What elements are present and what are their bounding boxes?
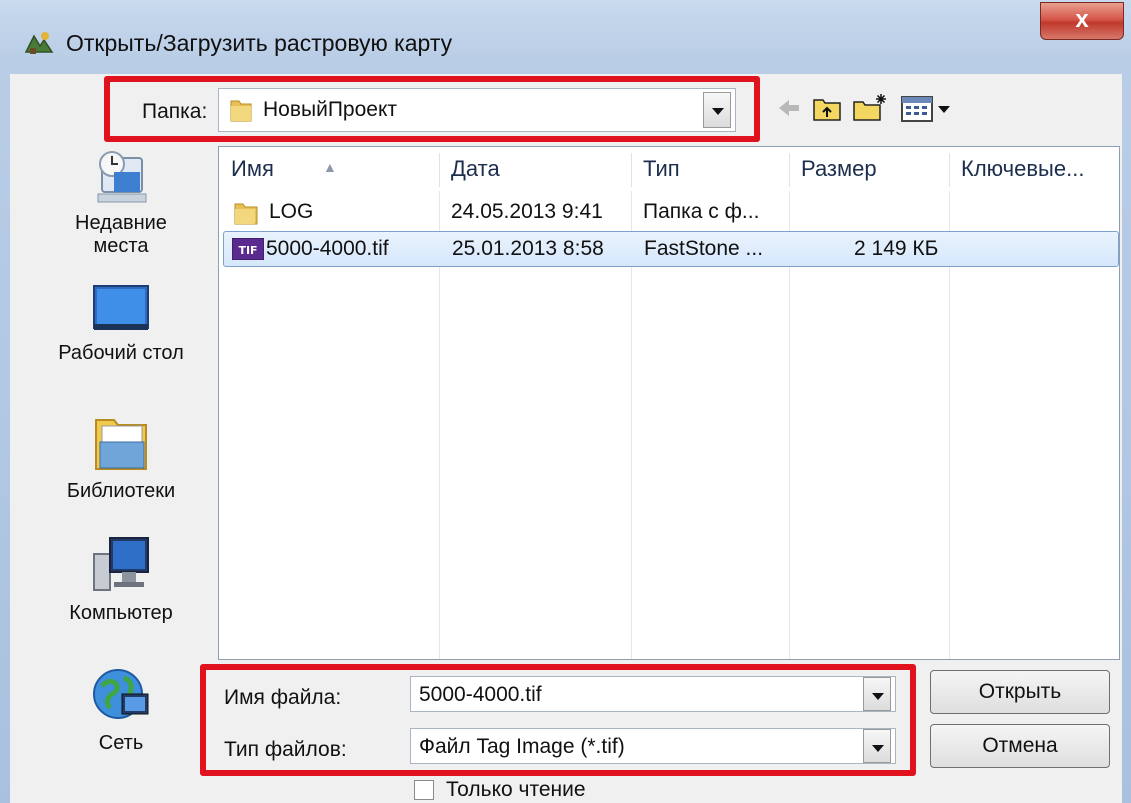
window-title: Открыть/Загрузить растровую карту	[66, 30, 453, 56]
highlight-box-folder	[104, 76, 760, 142]
view-menu-icon[interactable]	[900, 92, 958, 124]
tif-file-icon: TIF	[232, 238, 264, 260]
column-header-keywords[interactable]: Ключевые...	[949, 147, 1119, 191]
column-header-date[interactable]: Дата	[439, 147, 631, 191]
cancel-button[interactable]: Отмена	[930, 724, 1110, 768]
file-name: LOG	[269, 200, 314, 223]
open-button[interactable]: Открыть	[930, 670, 1110, 714]
file-type: Папка с ф...	[643, 200, 760, 223]
places-bar: Недавние места Рабочий стол Библиотеки К…	[36, 140, 206, 800]
file-list[interactable]: Имя ▲ Дата Тип Размер Ключевые... LOG 24…	[218, 146, 1120, 660]
open-raster-map-dialog: Открыть/Загрузить растровую карту x Папк…	[0, 0, 1131, 803]
place-recent-label-1: Недавние	[75, 212, 167, 234]
place-desktop[interactable]: Рабочий стол	[36, 284, 206, 365]
column-header-size[interactable]: Размер	[789, 147, 949, 191]
file-type: FastStone ...	[644, 237, 764, 260]
column-header-name[interactable]: Имя ▲	[219, 147, 439, 191]
desktop-icon	[93, 285, 149, 330]
file-size: 2 149 КБ	[854, 237, 939, 260]
highlight-box-file-fields	[200, 664, 916, 776]
new-folder-icon[interactable]	[852, 92, 888, 124]
back-arrow-icon[interactable]	[776, 92, 802, 124]
place-libraries-label: Библиотеки	[66, 480, 176, 502]
sort-ascending-icon: ▲	[323, 159, 337, 175]
title-bar: Открыть/Загрузить растровую карту x	[0, 0, 1131, 74]
folder-icon	[234, 203, 258, 225]
readonly-checkbox[interactable]	[414, 780, 434, 800]
file-date: 24.05.2013 9:41	[451, 200, 603, 223]
place-desktop-label: Рабочий стол	[58, 342, 184, 364]
network-icon	[93, 669, 149, 719]
place-recent-label-2: места	[93, 235, 149, 257]
place-computer[interactable]: Компьютер	[36, 532, 206, 625]
place-network[interactable]: Сеть	[36, 664, 206, 755]
app-icon	[24, 32, 54, 54]
column-header-name-text: Имя	[231, 156, 274, 181]
libraries-icon	[95, 419, 147, 470]
column-header-type[interactable]: Тип	[631, 147, 789, 191]
computer-icon	[93, 537, 149, 591]
svg-text:TIF: TIF	[238, 244, 257, 257]
recent-places-icon	[97, 151, 147, 203]
file-date: 25.01.2013 8:58	[452, 237, 604, 260]
place-libraries[interactable]: Библиотеки	[36, 410, 206, 503]
file-name: 5000-4000.tif	[266, 237, 389, 260]
up-folder-icon[interactable]	[812, 92, 842, 124]
place-network-label: Сеть	[98, 732, 144, 754]
place-computer-label: Компьютер	[69, 602, 173, 624]
file-row-selected[interactable]: TIF 5000-4000.tif 25.01.2013 8:58 FastSt…	[223, 231, 1119, 267]
close-button[interactable]: x	[1040, 2, 1124, 40]
place-recent[interactable]: Недавние места	[36, 150, 206, 258]
file-row[interactable]: LOG 24.05.2013 9:41 Папка с ф...	[219, 195, 1119, 231]
readonly-label: Только чтение	[446, 778, 586, 801]
close-icon: x	[1075, 6, 1089, 33]
